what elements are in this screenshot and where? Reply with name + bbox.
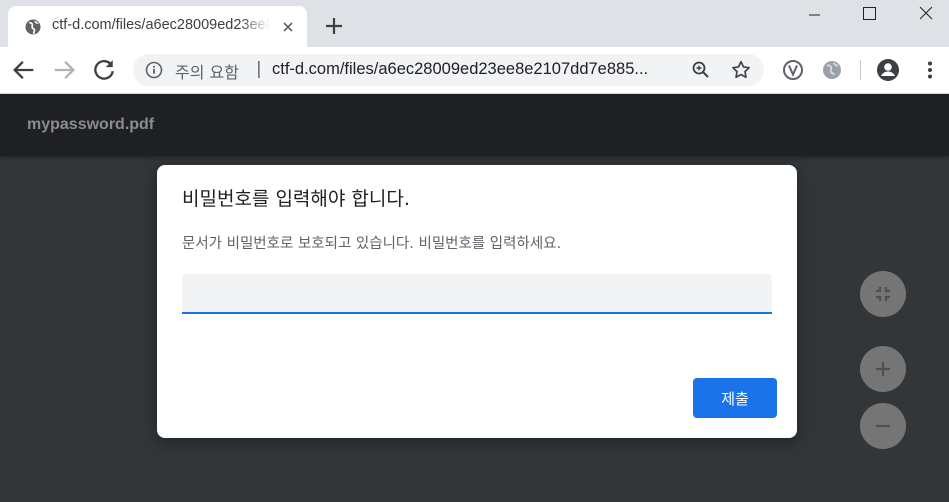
fit-to-page-icon (876, 287, 890, 301)
zoom-out-button[interactable] (860, 403, 906, 449)
info-icon[interactable] (145, 61, 163, 79)
zoom-in-icon (876, 362, 890, 376)
globe-extension-icon[interactable] (818, 56, 846, 84)
toolbar-divider (860, 60, 861, 80)
tab-strip: ctf-d.com/files/a6ec28009ed23ee8e2107dd7… (0, 0, 949, 47)
forward-arrow-icon[interactable] (50, 56, 78, 84)
reload-icon[interactable] (90, 56, 118, 84)
plus-icon[interactable] (322, 14, 346, 38)
zoom-out-icon (876, 424, 890, 428)
star-icon[interactable] (730, 59, 752, 81)
dialog-message: 문서가 비밀번호로 보호되고 있습니다. 비밀번호를 입력하세요. (182, 236, 562, 252)
password-dialog: 비밀번호를 입력해야 합니다. 문서가 비밀번호로 보호되고 있습니다. 비밀번… (157, 165, 797, 438)
browser-tab[interactable]: ctf-d.com/files/a6ec28009ed23ee8e2107dd7… (8, 6, 307, 47)
security-warning: 주의 요함 (175, 63, 239, 82)
submit-button[interactable]: 제출 (693, 378, 777, 418)
url-text: ctf-d.com/files/a6ec28009ed23ee8e2107dd7… (272, 60, 649, 78)
tab-title: ctf-d.com/files/a6ec28009ed23ee8e2107dd7… (52, 17, 269, 33)
minimize-icon[interactable] (786, 0, 842, 30)
v-extension-icon[interactable] (779, 56, 807, 84)
more-vert-icon[interactable] (916, 56, 944, 84)
globe-icon (25, 19, 41, 35)
pdf-filename: mypassword.pdf (27, 116, 155, 133)
zoom-in-button[interactable] (860, 346, 906, 392)
password-input[interactable] (182, 274, 772, 314)
back-arrow-icon[interactable] (10, 56, 38, 84)
fit-to-page-button[interactable] (860, 271, 906, 317)
close-icon[interactable] (897, 0, 949, 30)
dialog-title: 비밀번호를 입력해야 합니다. (182, 188, 410, 210)
browser-toolbar: 주의 요함 | ctf-d.com/files/a6ec28009ed23ee8… (0, 47, 949, 94)
profile-icon[interactable] (874, 56, 902, 84)
maximize-icon[interactable] (841, 0, 897, 30)
close-icon[interactable] (280, 19, 296, 35)
tab-title-fade (240, 12, 270, 40)
pdf-viewer-header: mypassword.pdf (0, 94, 949, 156)
omnibox-separator: | (256, 59, 262, 79)
address-bar[interactable]: 주의 요함 | ctf-d.com/files/a6ec28009ed23ee8… (133, 54, 764, 86)
zoom-icon[interactable] (691, 60, 711, 80)
